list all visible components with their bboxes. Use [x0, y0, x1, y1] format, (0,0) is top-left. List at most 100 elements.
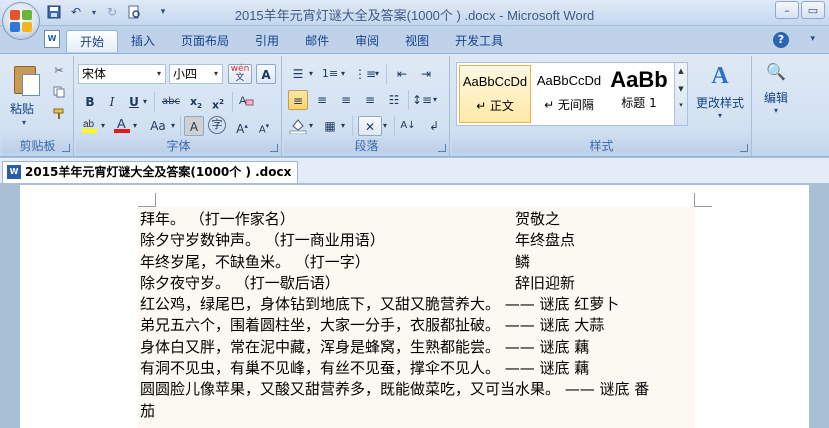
shading-dropdown-icon[interactable]: ▾: [306, 116, 316, 136]
office-button[interactable]: [2, 2, 40, 40]
italic-button[interactable]: I: [102, 92, 122, 112]
tab-developer[interactable]: 开发工具: [442, 30, 516, 52]
enclose-characters-icon[interactable]: 字: [208, 116, 226, 134]
style-no-spacing[interactable]: AaBbCcDd ↵ 无间隔: [533, 65, 605, 123]
svg-text:A: A: [117, 116, 126, 131]
riddle-answer: 辞旧迎新: [515, 273, 576, 292]
tab-mailings[interactable]: 邮件: [292, 30, 342, 52]
doc-line: 身体白又胖，常在泥中藏，浑身是蜂窝，生熟都能尝。 —— 谜底 藕: [140, 337, 700, 358]
increase-indent-button[interactable]: ⇥: [416, 64, 436, 84]
paste-button[interactable]: 粘贴: [10, 100, 34, 117]
document-tab[interactable]: W 2015羊年元宵灯谜大全及答案(1000个 ) .docx: [2, 161, 299, 183]
minimize-button[interactable]: –: [775, 1, 799, 19]
font-launcher-icon[interactable]: [270, 144, 278, 152]
bullets-button[interactable]: ☰: [288, 64, 308, 84]
gallery-more-icon[interactable]: ▾: [675, 101, 687, 109]
tab-home[interactable]: 开始: [66, 30, 119, 52]
margin-corner-right: [694, 193, 712, 207]
style-heading-1[interactable]: AaBb 标题 1: [607, 65, 671, 123]
align-left-button[interactable]: ≡: [288, 90, 308, 110]
font-name-combo[interactable]: 宋体 ▾: [78, 64, 166, 84]
subscript-button[interactable]: x2: [186, 92, 206, 112]
font-color-dropdown-icon[interactable]: ▾: [130, 116, 140, 136]
riddle-text: 有洞不见虫，有巢不见峰，有丝不见蚕，撑伞不见人。 —— 谜底 藕: [140, 359, 590, 378]
title-bar: ↶ ▾ ↻ ▾ 2015羊年元宵灯谜大全及答案(1000个 ) .docx - …: [0, 0, 829, 26]
change-case-dropdown-icon[interactable]: ▾: [168, 116, 178, 136]
doc-line: 年终岁尾，不缺鱼米。 （打一字） 鳞: [140, 252, 700, 273]
format-painter-icon[interactable]: [52, 108, 66, 122]
doc-line: 弟兄五六个，围着圆柱坐，大家一分手，衣服都扯破。 —— 谜底 大蒜: [140, 315, 700, 336]
numbering-dropdown-icon[interactable]: ▾: [338, 64, 348, 84]
styles-launcher-icon[interactable]: [740, 144, 748, 152]
highlight-dropdown-icon[interactable]: ▾: [98, 116, 108, 136]
doc-line: 拜年。 （打一作家名） 贺敬之: [140, 209, 700, 230]
align-right-button[interactable]: ≡: [336, 90, 356, 110]
riddle-answer: 年终盘点: [515, 231, 576, 250]
margin-corner-left: [138, 193, 156, 207]
highlight-button[interactable]: ab: [80, 116, 100, 136]
borders-dropdown-icon[interactable]: ▾: [338, 116, 348, 136]
tab-references[interactable]: 引用: [242, 30, 292, 52]
numbering-button[interactable]: 1≡: [320, 64, 340, 84]
sort-button[interactable]: A↓: [398, 116, 418, 136]
font-color-button[interactable]: A: [112, 116, 132, 136]
show-marks-button[interactable]: ↲: [424, 116, 444, 136]
doc-line: 圆圆脸儿像苹果，又酸又甜营养多，既能做菜吃，又可当水果。 —— 谜底 番: [140, 379, 700, 400]
tab-insert[interactable]: 插入: [118, 30, 168, 52]
strikethrough-button[interactable]: abc: [158, 92, 184, 112]
multilevel-list-button[interactable]: ⋮≡: [354, 64, 376, 84]
tab-view[interactable]: 视图: [392, 30, 442, 52]
riddle-text: 身体白又胖，常在泥中藏，浑身是蜂窝，生熟都能尝。 —— 谜底 藕: [140, 337, 590, 356]
align-center-button[interactable]: ≡: [312, 90, 332, 110]
shading-button[interactable]: [288, 116, 308, 136]
character-shading-button[interactable]: A: [184, 116, 204, 136]
paste-dropdown-icon[interactable]: ▾: [22, 118, 26, 127]
font-name-dropdown-icon[interactable]: ▾: [153, 65, 165, 83]
font-size-dropdown-icon[interactable]: ▾: [210, 65, 222, 83]
clipboard-launcher-icon[interactable]: [62, 144, 70, 152]
document-body[interactable]: 拜年。 （打一作家名） 贺敬之 除夕守岁数钟声。 （打一商业用语） 年终盘点 年终岁…: [140, 209, 700, 422]
cut-icon[interactable]: ✂: [52, 64, 66, 78]
gallery-up-icon[interactable]: ▲: [675, 67, 687, 75]
character-border-button[interactable]: A: [256, 64, 276, 84]
bullets-dropdown-icon[interactable]: ▾: [306, 64, 316, 84]
riddle-answer: 鳞: [515, 252, 531, 271]
tab-review[interactable]: 审阅: [342, 30, 392, 52]
clear-formatting-icon[interactable]: A: [236, 92, 256, 112]
change-styles-button[interactable]: A 更改样式 ▾: [692, 62, 748, 128]
style-normal-name: ↵ 正文: [476, 99, 514, 113]
riddle-text: 除夕守岁数钟声。 （打一商业用语）: [140, 231, 385, 250]
paragraph-launcher-icon[interactable]: [438, 144, 446, 152]
underline-dropdown-icon[interactable]: ▾: [140, 92, 150, 112]
superscript-button[interactable]: x2: [208, 92, 228, 112]
borders-button[interactable]: ▦: [320, 116, 340, 136]
help-icon[interactable]: ?: [773, 32, 789, 48]
style-no-spacing-name: ↵ 无间隔: [544, 98, 594, 112]
phonetic-guide-button[interactable]: wén 文: [228, 64, 252, 84]
decrease-indent-button[interactable]: ⇤: [392, 64, 412, 84]
justify-button[interactable]: ≡: [360, 90, 380, 110]
gallery-down-icon[interactable]: ▼: [675, 85, 687, 93]
ribbon-options-icon[interactable]: ▾: [810, 34, 815, 44]
multilevel-dropdown-icon[interactable]: ▾: [372, 64, 382, 84]
font-size-combo[interactable]: 小四 ▾: [169, 64, 223, 84]
grow-font-button[interactable]: A▴: [232, 116, 252, 136]
shrink-font-button[interactable]: A▾: [254, 116, 274, 136]
tab-page-layout[interactable]: 页面布局: [168, 30, 242, 52]
line-spacing-dropdown-icon[interactable]: ▾: [430, 90, 440, 110]
change-case-button[interactable]: Aa: [146, 116, 170, 136]
chinese-layout-button[interactable]: ✕: [358, 116, 382, 136]
gallery-scroll[interactable]: ▲ ▼ ▾: [674, 62, 688, 126]
chinese-layout-dropdown-icon[interactable]: ▾: [380, 116, 390, 136]
phonetic-guide-label: wén: [230, 64, 250, 74]
maximize-button[interactable]: ▭: [801, 1, 825, 19]
font-group: 宋体 ▾ 小四 ▾ wén 文 A B I U ▾ abc x2 x2 A ab …: [76, 56, 282, 156]
style-normal[interactable]: AaBbCcDd ↵ 正文: [459, 65, 531, 123]
word-doc-mini-icon[interactable]: W: [44, 30, 60, 48]
line-spacing-button[interactable]: ↕≡: [412, 90, 432, 110]
bold-button[interactable]: B: [80, 92, 100, 112]
paste-icon[interactable]: [12, 62, 42, 96]
editing-button[interactable]: 🔍 编辑 ▾: [758, 62, 794, 115]
copy-icon[interactable]: [52, 86, 66, 100]
distributed-button[interactable]: ☷: [384, 90, 404, 110]
